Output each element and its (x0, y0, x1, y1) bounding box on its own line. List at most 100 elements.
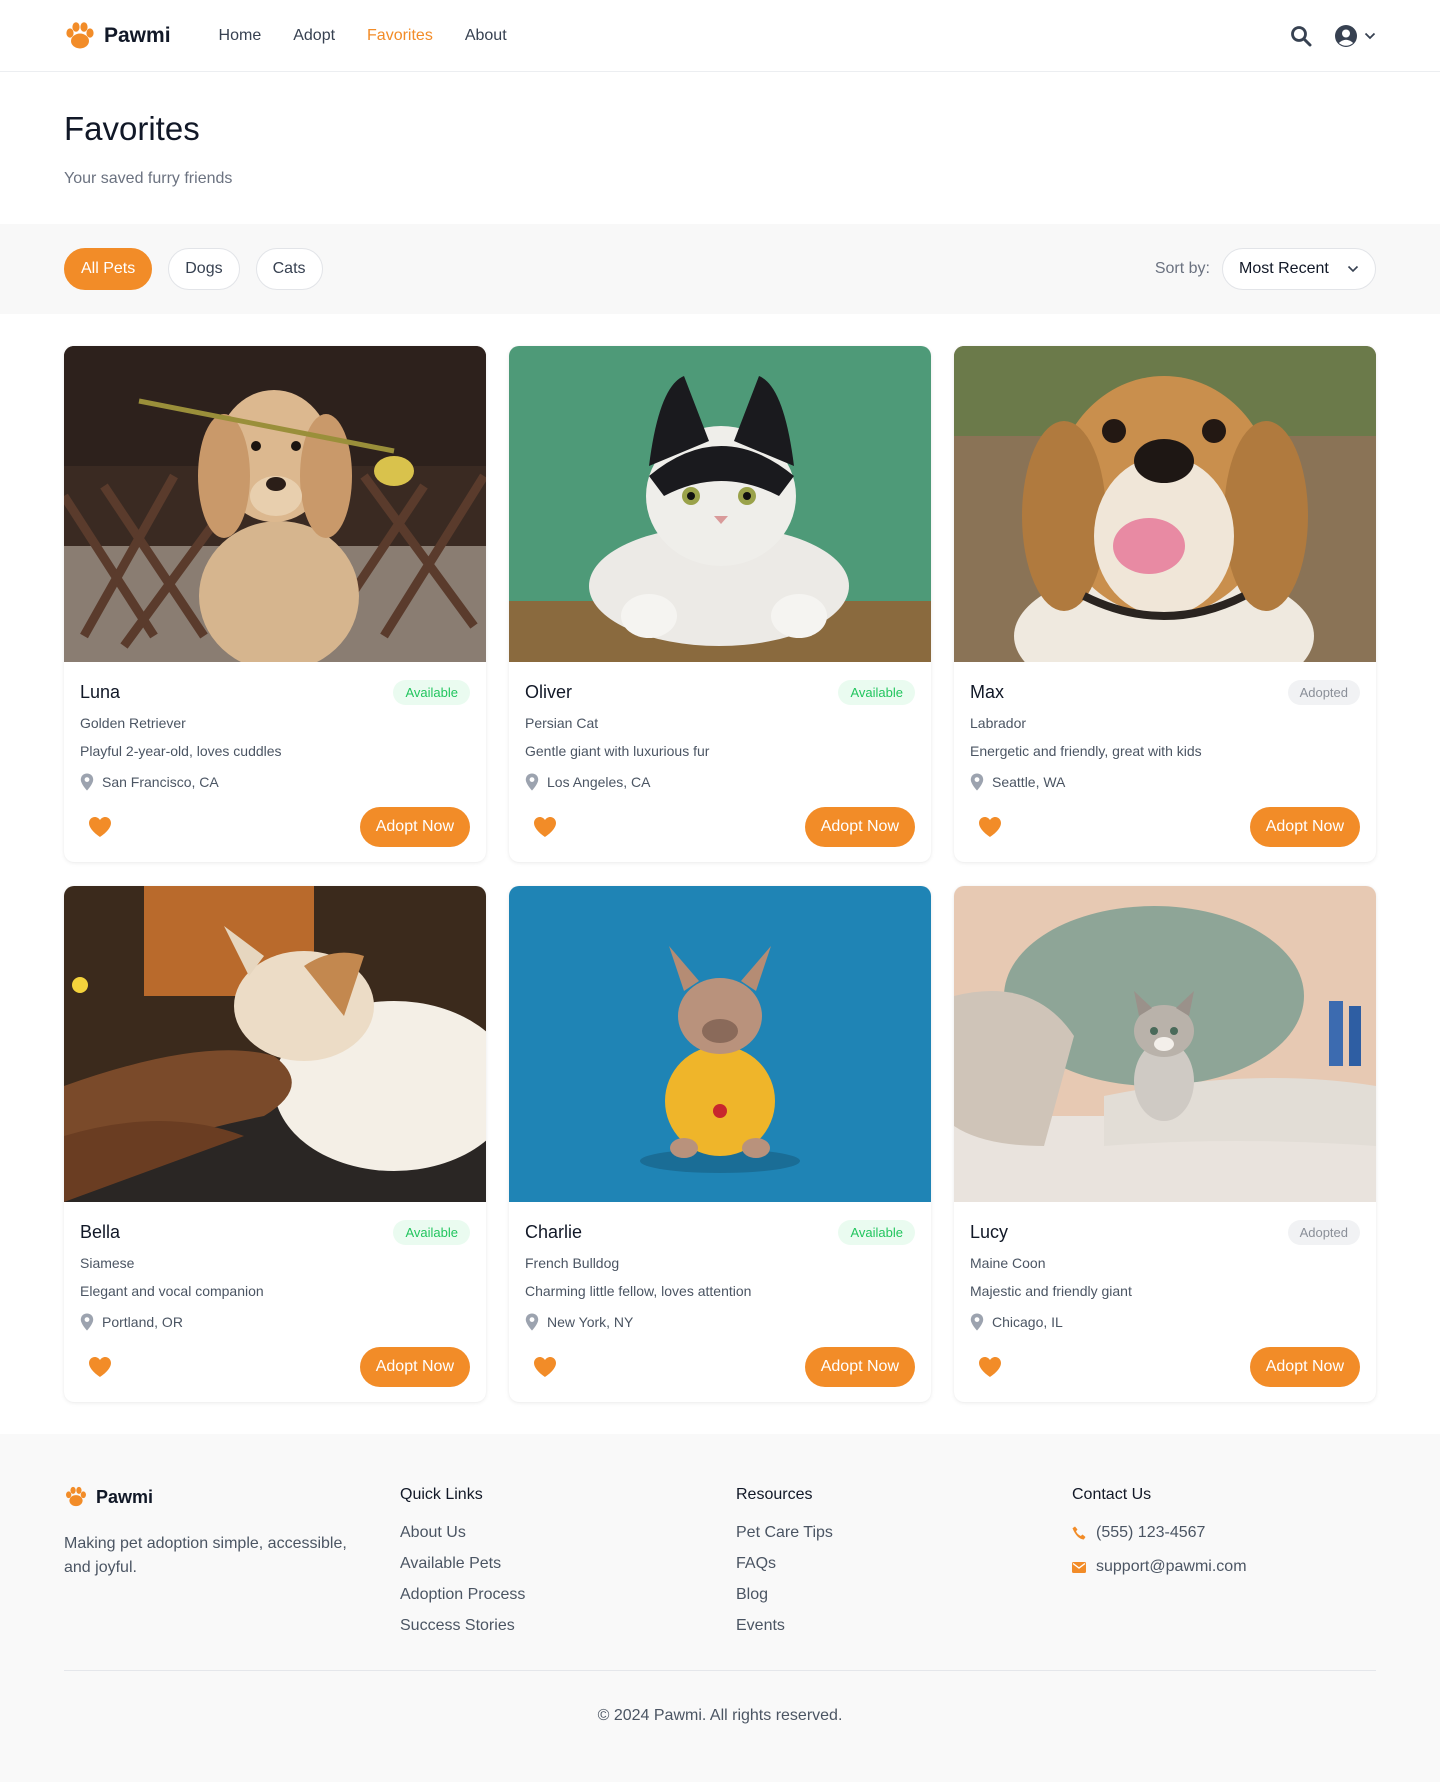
location-text: New York, NY (547, 1314, 634, 1330)
footer-link-available-pets[interactable]: Available Pets (400, 1555, 736, 1573)
pet-photo[interactable] (954, 886, 1376, 1202)
location-pin-icon (80, 773, 94, 791)
location-text: San Francisco, CA (102, 774, 219, 790)
card-top: Bella Available (80, 1220, 470, 1245)
pet-card[interactable]: Charlie Available French Bulldog Charmin… (509, 886, 931, 1402)
favorite-heart-icon[interactable] (970, 807, 1010, 847)
footer-link-success-stories[interactable]: Success Stories (400, 1617, 736, 1635)
pet-photo[interactable] (509, 346, 931, 662)
pet-breed: Persian Cat (525, 715, 599, 731)
filter-cats[interactable]: Cats (255, 248, 323, 290)
contact-email[interactable]: support@pawmi.com (1072, 1558, 1376, 1576)
nav-favorites[interactable]: Favorites (367, 27, 433, 45)
footer-link-adoption-process[interactable]: Adoption Process (400, 1586, 736, 1604)
location-pin-icon (80, 1313, 94, 1331)
pet-photo[interactable] (64, 886, 486, 1202)
status-badge: Adopted (1287, 680, 1360, 705)
user-circle-icon (1335, 24, 1357, 47)
contact-phone[interactable]: (555) 123-4567 (1072, 1524, 1376, 1542)
pet-card[interactable]: Luna Available Golden Retriever Playful … (64, 346, 486, 862)
pet-card[interactable]: Max Adopted Labrador Energetic and frien… (954, 346, 1376, 862)
footer-link-events[interactable]: Events (736, 1617, 1072, 1635)
favorite-heart-icon[interactable] (80, 807, 120, 847)
adopt-now-button[interactable]: Adopt Now (359, 807, 470, 847)
footer-contact: Contact Us (555) 123-4567 support@pawmi.… (1072, 1486, 1376, 1648)
pet-breed: Siamese (80, 1255, 135, 1271)
sort-select[interactable]: Most Recent (1222, 248, 1376, 290)
footer-logo[interactable]: Pawmi (64, 1486, 400, 1508)
nav-adopt[interactable]: Adopt (293, 27, 335, 45)
pet-breed: Labrador (970, 715, 1027, 731)
pet-name: Lucy (970, 1222, 1009, 1242)
favorite-heart-icon[interactable] (525, 807, 565, 847)
pet-breed: Maine Coon (970, 1255, 1046, 1271)
nav-home[interactable]: Home (219, 27, 262, 45)
card-actions: Adopt Now (525, 807, 915, 847)
card-body: Charlie Available French Bulldog Charmin… (509, 1202, 931, 1402)
pet-photo[interactable] (509, 886, 931, 1202)
footer-heading: Quick Links (400, 1486, 483, 1503)
card-actions: Adopt Now (80, 807, 470, 847)
location-text: Seattle, WA (992, 774, 1066, 790)
main-nav: Home Adopt Favorites About (219, 27, 507, 45)
site-footer: Pawmi Making pet adoption simple, access… (0, 1434, 1440, 1782)
location-text: Los Angeles, CA (547, 774, 651, 790)
logo[interactable]: Pawmi (64, 21, 171, 51)
site-header: Pawmi Home Adopt Favorites About (0, 0, 1440, 72)
copyright: © 2024 Pawmi. All rights reserved. (597, 1707, 843, 1724)
filter-dogs[interactable]: Dogs (168, 248, 240, 290)
footer-link-blog[interactable]: Blog (736, 1586, 1072, 1604)
pet-card[interactable]: Oliver Available Persian Cat Gentle gian… (509, 346, 931, 862)
pet-card[interactable]: Bella Available Siamese Elegant and voca… (64, 886, 486, 1402)
card-body: Luna Available Golden Retriever Playful … (64, 662, 486, 862)
card-top: Luna Available (80, 680, 470, 705)
pet-name: Bella (80, 1222, 121, 1242)
adopt-now-button[interactable]: Adopt Now (359, 1347, 470, 1387)
adopt-now-button[interactable]: Adopt Now (1249, 1347, 1360, 1387)
pet-breed: Golden Retriever (80, 715, 186, 731)
pet-location: San Francisco, CA (80, 773, 470, 791)
paw-icon (66, 21, 94, 48)
card-actions: Adopt Now (525, 1347, 915, 1387)
pet-description: Energetic and friendly, great with kids (970, 743, 1202, 759)
footer-link-about-us[interactable]: About Us (400, 1524, 736, 1542)
footer-heading: Contact Us (1072, 1486, 1152, 1503)
card-body: Bella Available Siamese Elegant and voca… (64, 1202, 486, 1402)
footer-tagline: Making pet adoption simple, accessible, … (64, 1535, 347, 1576)
status-badge: Available (393, 1220, 470, 1245)
card-body: Max Adopted Labrador Energetic and frien… (954, 662, 1376, 862)
pet-card[interactable]: Lucy Adopted Maine Coon Majestic and fri… (954, 886, 1376, 1402)
contact-email-text: support@pawmi.com (1096, 1558, 1247, 1575)
favorite-heart-icon[interactable] (970, 1347, 1010, 1387)
footer-link-faqs[interactable]: FAQs (736, 1555, 1072, 1573)
pet-location: Chicago, IL (970, 1313, 1360, 1331)
pet-name: Oliver (525, 682, 573, 702)
footer-resources: Resources Pet Care Tips FAQs Blog Events (736, 1486, 1072, 1648)
search-icon[interactable] (1290, 25, 1312, 47)
location-pin-icon (525, 773, 539, 791)
card-top: Charlie Available (525, 1220, 915, 1245)
logo-text: Pawmi (104, 23, 171, 47)
favorite-heart-icon[interactable] (80, 1347, 120, 1387)
card-actions: Adopt Now (970, 1347, 1360, 1387)
filter-all-pets[interactable]: All Pets (64, 248, 153, 290)
pet-breed: French Bulldog (525, 1255, 620, 1271)
adopt-now-button[interactable]: Adopt Now (804, 807, 915, 847)
user-menu[interactable] (1334, 24, 1376, 48)
footer-logo-text: Pawmi (96, 1486, 154, 1507)
adopt-now-button[interactable]: Adopt Now (1249, 807, 1360, 847)
footer-link-pet-care-tips[interactable]: Pet Care Tips (736, 1524, 1072, 1542)
status-badge: Adopted (1287, 1220, 1360, 1245)
favorite-heart-icon[interactable] (525, 1347, 565, 1387)
footer-quick-links: Quick Links About Us Available Pets Adop… (400, 1486, 736, 1648)
status-badge: Available (838, 1220, 915, 1245)
pet-name: Charlie (525, 1222, 583, 1242)
pet-photo[interactable] (64, 346, 486, 662)
adopt-now-button[interactable]: Adopt Now (804, 1347, 915, 1387)
card-body: Oliver Available Persian Cat Gentle gian… (509, 662, 931, 862)
pet-photo[interactable] (954, 346, 1376, 662)
nav-about[interactable]: About (465, 27, 507, 45)
location-text: Chicago, IL (992, 1314, 1063, 1330)
pet-description: Majestic and friendly giant (970, 1283, 1132, 1299)
pet-description: Charming little fellow, loves attention (525, 1283, 752, 1299)
